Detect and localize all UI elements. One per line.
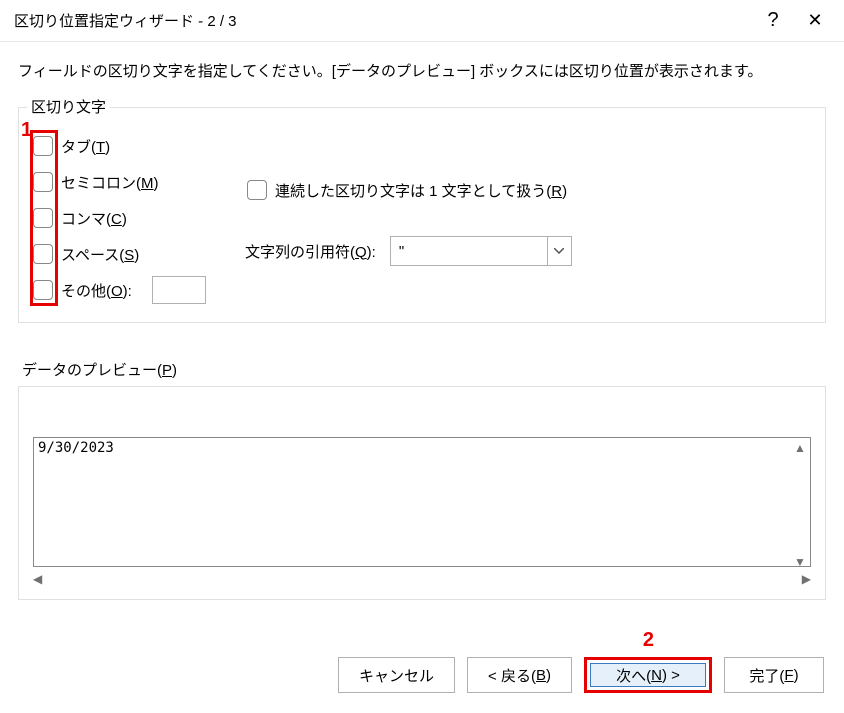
other-checkbox-row[interactable]: その他(O): bbox=[31, 272, 231, 308]
text-qualifier-row: 文字列の引用符(Q): " bbox=[245, 236, 813, 266]
button-bar: キャンセル < 戻る(B) 2 次へ(N) > 完了(F) bbox=[338, 657, 824, 693]
space-label: スペース(S) bbox=[61, 244, 139, 265]
preview-row: 9/30/2023 bbox=[38, 440, 806, 456]
space-checkbox[interactable] bbox=[33, 244, 53, 264]
consecutive-checkbox-row[interactable]: 連続した区切り文字は 1 文字として扱う(R) bbox=[245, 172, 813, 208]
callout-number-2: 2 bbox=[643, 629, 654, 652]
close-button[interactable]: ✕ bbox=[794, 1, 836, 41]
callout-number-1: 1 bbox=[21, 119, 32, 142]
comma-checkbox-row[interactable]: コンマ(C) bbox=[31, 200, 231, 236]
back-button[interactable]: < 戻る(B) bbox=[467, 657, 572, 693]
consecutive-label: 連続した区切り文字は 1 文字として扱う(R) bbox=[275, 180, 567, 201]
text-qualifier-label: 文字列の引用符(Q): bbox=[245, 241, 376, 262]
delimiters-group: 区切り文字 1 タブ(T) セミコロン(M) コンマ(C) スペース(S) bbox=[18, 107, 826, 323]
title-bar: 区切り位置指定ウィザード - 2 / 3 ? ✕ bbox=[0, 0, 844, 42]
help-button[interactable]: ? bbox=[752, 1, 794, 41]
delimiter-checkbox-column: 1 タブ(T) セミコロン(M) コンマ(C) スペース(S) その他(O): bbox=[31, 128, 231, 308]
scroll-up-icon[interactable]: ▲ bbox=[794, 441, 806, 455]
semicolon-checkbox[interactable] bbox=[33, 172, 53, 192]
preview-frame: 9/30/2023 ▲ ▼ ◀ ▶ bbox=[18, 386, 826, 600]
cancel-button[interactable]: キャンセル bbox=[338, 657, 455, 693]
text-qualifier-value: " bbox=[391, 243, 547, 260]
semicolon-checkbox-row[interactable]: セミコロン(M) bbox=[31, 164, 231, 200]
delimiters-legend: 区切り文字 bbox=[27, 96, 110, 117]
next-button-wrap: 2 次へ(N) > bbox=[584, 657, 712, 693]
preview-legend: データのプレビュー(P) bbox=[22, 359, 826, 380]
options-column: 連続した区切り文字は 1 文字として扱う(R) 文字列の引用符(Q): " bbox=[231, 128, 813, 308]
text-qualifier-select[interactable]: " bbox=[390, 236, 572, 266]
finish-button[interactable]: 完了(F) bbox=[724, 657, 824, 693]
window-title: 区切り位置指定ウィザード - 2 / 3 bbox=[14, 10, 752, 31]
other-label: その他(O): bbox=[61, 280, 132, 301]
preview-data-box: 9/30/2023 bbox=[33, 437, 811, 567]
comma-label: コンマ(C) bbox=[61, 208, 127, 229]
tab-label: タブ(T) bbox=[61, 136, 110, 157]
scroll-left-icon[interactable]: ◀ bbox=[33, 572, 42, 586]
other-checkbox[interactable] bbox=[33, 280, 53, 300]
dropdown-icon[interactable] bbox=[547, 236, 571, 266]
horizontal-scrollbar[interactable]: ◀ ▶ bbox=[33, 569, 811, 589]
vertical-scrollbar[interactable]: ▲ ▼ bbox=[789, 441, 811, 569]
next-button[interactable]: 次へ(N) > bbox=[584, 657, 712, 693]
semicolon-label: セミコロン(M) bbox=[61, 172, 159, 193]
other-delimiter-input[interactable] bbox=[152, 276, 206, 304]
instruction-text: フィールドの区切り文字を指定してください。[データのプレビュー] ボックスには区… bbox=[18, 60, 826, 81]
tab-checkbox-row[interactable]: タブ(T) bbox=[31, 128, 231, 164]
comma-checkbox[interactable] bbox=[33, 208, 53, 228]
tab-checkbox[interactable] bbox=[33, 136, 53, 156]
scroll-down-icon[interactable]: ▼ bbox=[794, 555, 806, 569]
space-checkbox-row[interactable]: スペース(S) bbox=[31, 236, 231, 272]
consecutive-checkbox[interactable] bbox=[247, 180, 267, 200]
scroll-right-icon[interactable]: ▶ bbox=[802, 572, 811, 586]
